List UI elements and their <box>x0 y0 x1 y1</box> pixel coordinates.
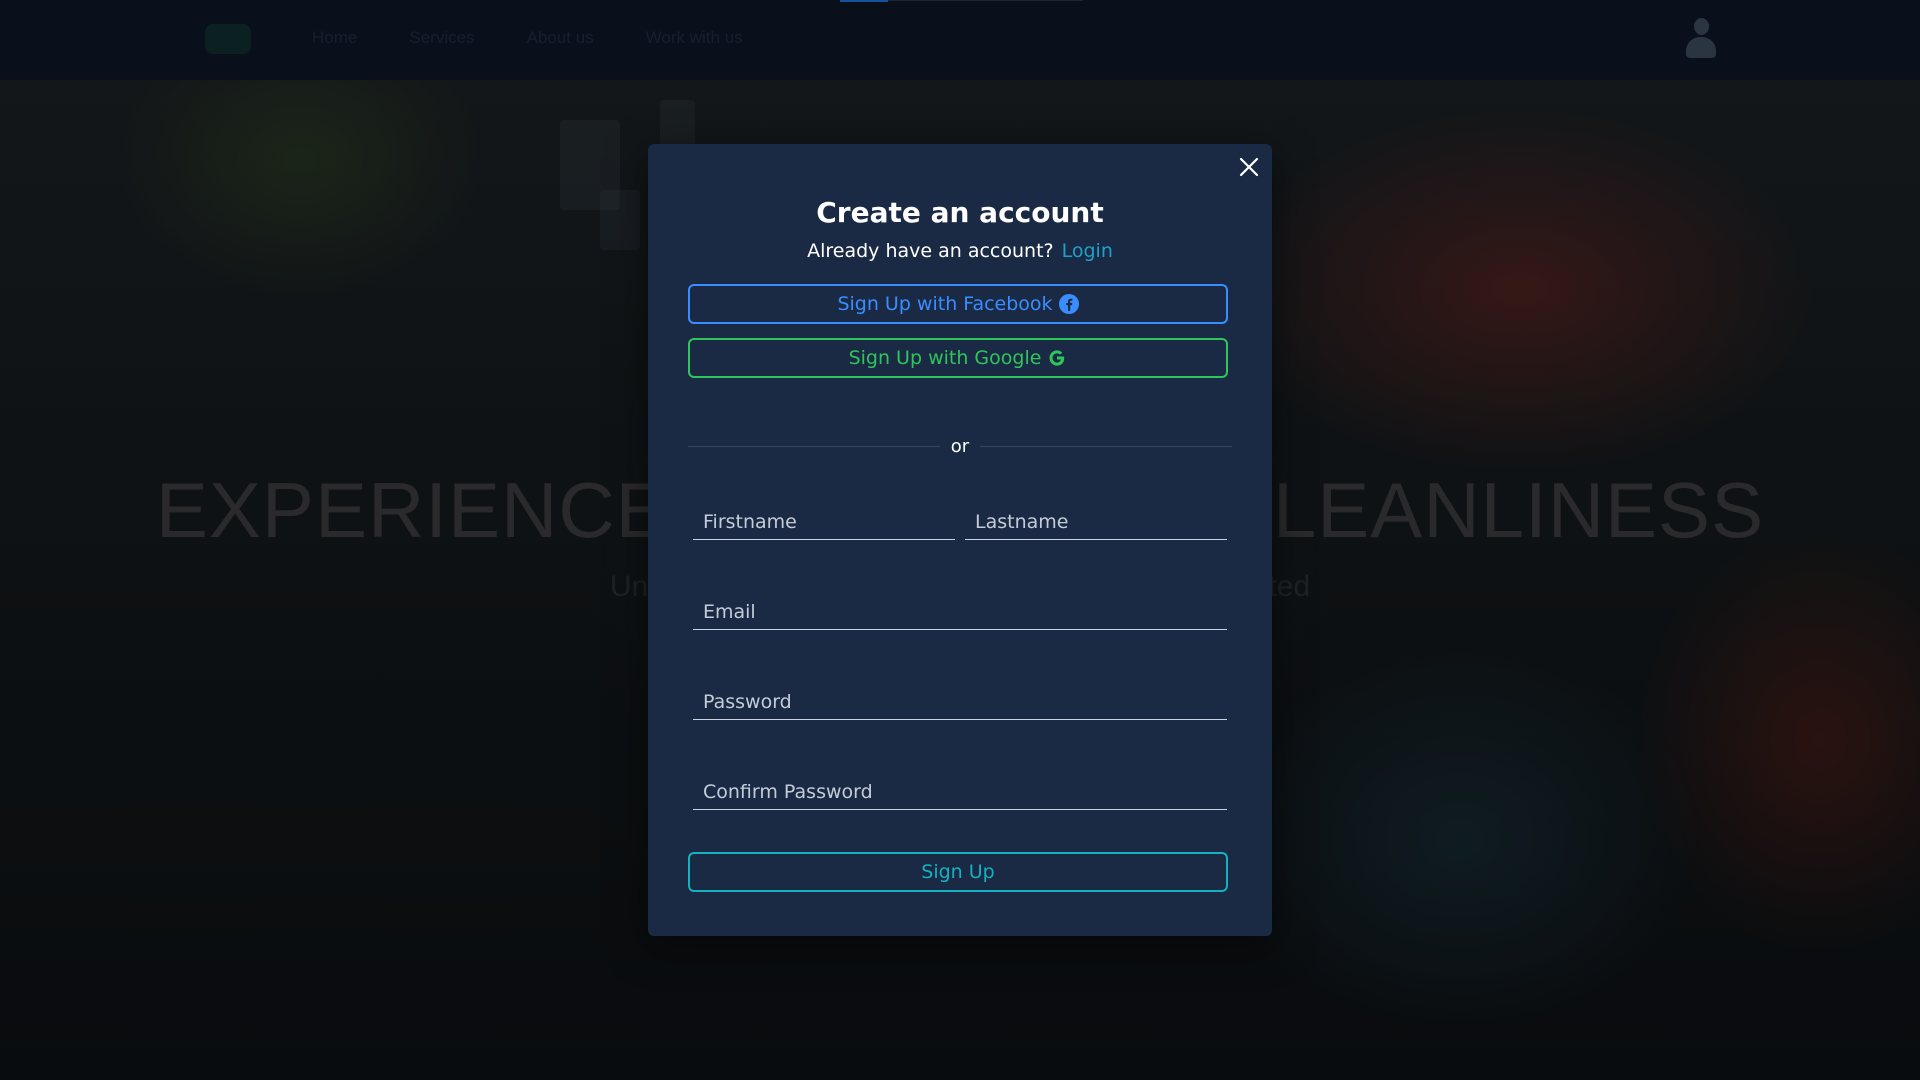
close-icon <box>1239 157 1259 177</box>
confirm-password-field <box>693 766 1227 810</box>
google-signup-label: Sign Up with Google <box>848 347 1042 369</box>
confirm-password-input[interactable] <box>693 766 1227 809</box>
close-button[interactable] <box>1236 154 1262 180</box>
facebook-icon <box>1058 294 1079 314</box>
email-input[interactable] <box>693 586 1227 629</box>
facebook-signup-label: Sign Up with Facebook <box>837 293 1053 315</box>
login-link[interactable]: Login <box>1062 240 1113 262</box>
password-input[interactable] <box>693 676 1227 719</box>
divider-line-right <box>980 446 1232 447</box>
lastname-field <box>965 496 1227 540</box>
google-signup-button[interactable]: Sign Up with Google <box>688 338 1228 378</box>
modal-title: Create an account <box>816 196 1104 229</box>
facebook-signup-button[interactable]: Sign Up with Facebook <box>688 284 1228 324</box>
login-prompt-text: Already have an account? <box>807 240 1054 262</box>
firstname-field <box>693 496 955 540</box>
email-field <box>693 586 1227 630</box>
divider-text: or <box>950 436 970 457</box>
signup-modal: Create an account Already have an accoun… <box>648 144 1272 936</box>
or-divider: or <box>688 436 1232 457</box>
firstname-input[interactable] <box>693 496 955 539</box>
login-prompt-row: Already have an account? Login <box>648 240 1272 262</box>
signup-button-label: Sign Up <box>921 861 995 883</box>
lastname-input[interactable] <box>965 496 1227 539</box>
divider-line-left <box>688 446 940 447</box>
signup-button[interactable]: Sign Up <box>688 852 1228 892</box>
password-field <box>693 676 1227 720</box>
google-icon <box>1049 350 1065 366</box>
